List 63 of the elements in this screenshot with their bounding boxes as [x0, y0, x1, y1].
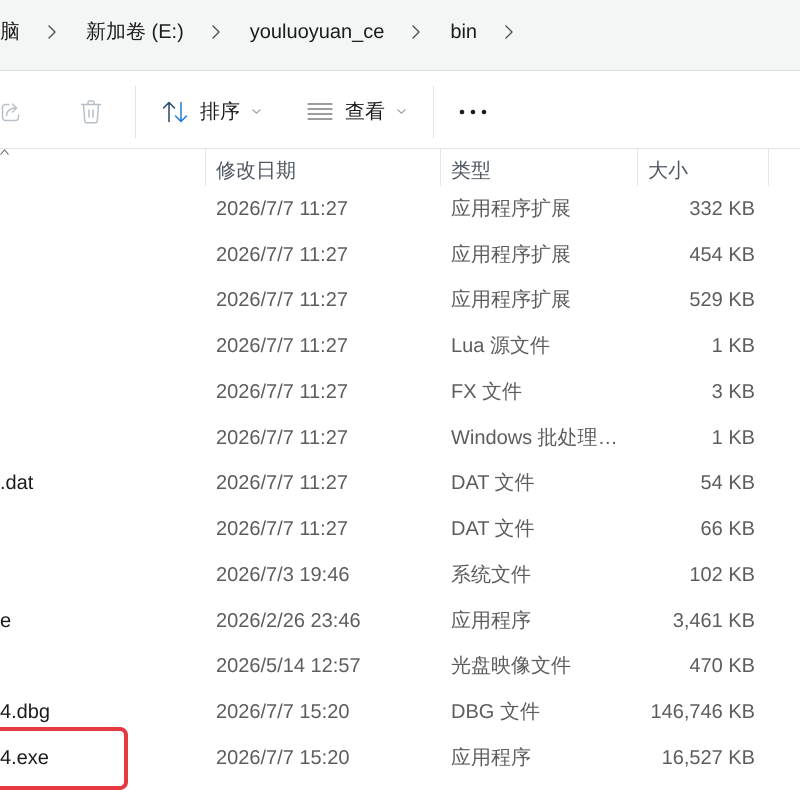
chevron-right-icon[interactable]	[505, 25, 514, 39]
file-size: 3,461 KB	[672, 610, 755, 632]
breadcrumb-item[interactable]: bin	[450, 19, 478, 45]
file-name[interactable]: 4.dbg	[0, 699, 50, 726]
column-header[interactable]: 修改日期	[205, 149, 440, 186]
modified-date: 2026/7/7 11:27	[216, 518, 348, 540]
modified-date: 2026/7/7 11:27	[216, 289, 348, 312]
file-type: DAT 文件	[451, 472, 535, 494]
file-type: 应用程序	[451, 746, 531, 769]
trash-icon	[80, 98, 102, 124]
more-icon	[459, 108, 487, 114]
file-size: 146,746 KB	[650, 701, 755, 724]
chevron-down-icon	[252, 109, 261, 114]
file-type: 应用程序扩展	[451, 198, 571, 220]
modified-date: 2026/7/7 15:20	[216, 746, 350, 769]
breadcrumb-item[interactable]: 脑	[0, 19, 20, 45]
modified-date: 2026/7/3 19:46	[216, 564, 350, 586]
file-name[interactable]: e	[0, 608, 12, 634]
modified-date: 2026/7/7 11:27	[216, 380, 348, 403]
sort-button[interactable]: 排序	[154, 90, 269, 132]
file-size: 54 KB	[700, 472, 755, 494]
file-size: 332 KB	[689, 198, 755, 220]
modified-date: 2026/7/7 15:20	[216, 701, 350, 724]
modified-date: 2026/2/26 23:46	[216, 610, 361, 632]
chevron-right-icon[interactable]	[48, 25, 56, 39]
modified-date: 2026/7/7 11:27	[216, 335, 348, 358]
file-type: Windows 批处理…	[451, 426, 618, 449]
file-size: 102 KB	[689, 564, 755, 586]
chevron-right-icon[interactable]	[212, 25, 220, 39]
breadcrumb-item[interactable]: youluoyuan_ce	[250, 19, 384, 45]
file-type: 光盘映像文件	[451, 655, 571, 678]
file-type: DAT 文件	[451, 518, 535, 540]
list-icon	[307, 103, 333, 120]
column-header[interactable]: 类型	[440, 149, 637, 186]
file-type: Lua 源文件	[451, 335, 550, 358]
file-size: 3 KB	[712, 380, 755, 403]
file-size: 470 KB	[689, 655, 755, 678]
file-size: 16,527 KB	[662, 746, 755, 769]
file-size: 454 KB	[689, 244, 755, 266]
modified-date: 2026/5/14 12:57	[216, 655, 361, 678]
file-type: DBG 文件	[451, 701, 540, 724]
file-type: 应用程序扩展	[451, 244, 571, 266]
file-type: FX 文件	[451, 380, 522, 403]
column-header[interactable]: 大小	[637, 149, 768, 186]
modified-date: 2026/7/7 11:27	[216, 198, 348, 220]
file-name[interactable]: 4.exe	[0, 744, 49, 771]
breadcrumb-item[interactable]: 新加卷 (E:)	[86, 19, 184, 45]
share-icon	[0, 100, 22, 122]
chevron-down-icon	[397, 109, 406, 114]
file-type: 应用程序	[451, 610, 531, 632]
file-size: 529 KB	[689, 289, 755, 312]
modified-date: 2026/7/7 11:27	[216, 244, 348, 266]
sort-icon	[162, 100, 188, 122]
file-name[interactable]: .dat	[0, 470, 34, 496]
file-size: 1 KB	[712, 335, 755, 358]
modified-date: 2026/7/7 11:27	[216, 426, 348, 449]
file-size: 66 KB	[700, 518, 755, 540]
chevron-right-icon[interactable]	[412, 25, 420, 39]
view-button[interactable]: 查看	[299, 90, 414, 132]
modified-date: 2026/7/7 11:27	[216, 472, 348, 494]
file-size: 1 KB	[712, 426, 755, 449]
file-type: 系统文件	[451, 564, 531, 586]
file-type: 应用程序扩展	[451, 289, 571, 312]
